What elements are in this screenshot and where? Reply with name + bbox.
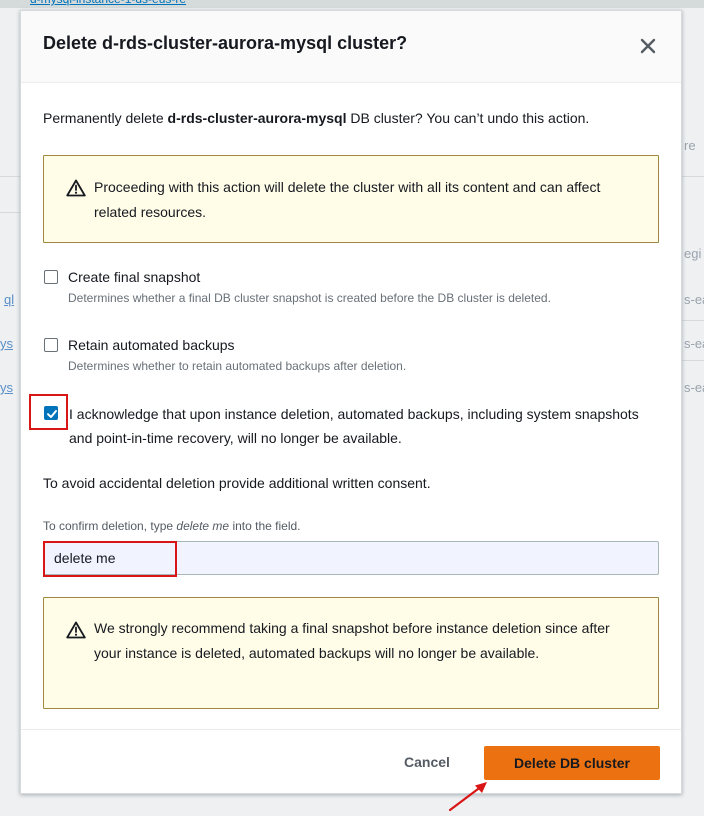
acknowledge-checkbox[interactable] bbox=[44, 406, 58, 420]
background-cell: s-ea bbox=[684, 292, 704, 307]
background-link[interactable]: ys bbox=[0, 380, 13, 395]
confirm-label-suffix: into the field. bbox=[229, 519, 301, 533]
background-cell: s-ea bbox=[684, 336, 704, 351]
intro-prefix: Permanently delete bbox=[43, 110, 168, 126]
warning-alert-text: We strongly recommend taking a final sna… bbox=[94, 620, 610, 661]
intro-cluster-name: d-rds-cluster-aurora-mysql bbox=[167, 110, 347, 126]
background-link[interactable]: ql bbox=[4, 292, 14, 307]
warning-icon bbox=[66, 179, 86, 197]
background-divider bbox=[682, 360, 704, 361]
retain-automated-backups-description: Determines whether to retain automated b… bbox=[68, 359, 407, 373]
retain-automated-backups-label[interactable]: Retain automated backups bbox=[68, 337, 235, 353]
warning-icon bbox=[66, 621, 86, 639]
background-cell: s-ea bbox=[684, 380, 704, 395]
confirm-label-prefix: To confirm deletion, type bbox=[43, 519, 177, 533]
warning-alert-delete-content: Proceeding with this action will delete … bbox=[43, 155, 659, 243]
delete-db-cluster-button[interactable]: Delete DB cluster bbox=[484, 746, 660, 780]
retain-automated-backups-checkbox[interactable] bbox=[44, 338, 58, 352]
modal-title: Delete d-rds-cluster-aurora-mysql cluste… bbox=[43, 33, 408, 53]
warning-alert-snapshot-recommendation: We strongly recommend taking a final sna… bbox=[43, 597, 659, 709]
modal-header: Delete d-rds-cluster-aurora-mysql cluste… bbox=[21, 11, 681, 83]
background-column-header: re bbox=[684, 138, 696, 153]
confirm-label-phrase: delete me bbox=[176, 519, 230, 533]
delete-cluster-modal: Delete d-rds-cluster-aurora-mysql cluste… bbox=[20, 10, 682, 794]
background-divider bbox=[0, 212, 20, 213]
close-icon bbox=[640, 38, 656, 54]
background-link[interactable]: ys bbox=[0, 336, 13, 351]
background-divider bbox=[682, 320, 704, 321]
background-header: d-mysql-instance-1-ds-eus-re bbox=[0, 0, 704, 8]
warning-alert-text: Proceeding with this action will delete … bbox=[94, 179, 601, 220]
create-final-snapshot-description: Determines whether a final DB cluster sn… bbox=[68, 291, 551, 305]
create-final-snapshot-checkbox[interactable] bbox=[44, 270, 58, 284]
background-column-header: egi bbox=[684, 246, 702, 261]
modal-footer: Cancel Delete DB cluster bbox=[21, 729, 681, 793]
create-final-snapshot-label[interactable]: Create final snapshot bbox=[68, 269, 200, 285]
background-divider bbox=[682, 176, 704, 177]
delete-intro-text: Permanently delete d-rds-cluster-aurora-… bbox=[43, 108, 673, 128]
close-button[interactable] bbox=[635, 33, 661, 59]
confirm-field-label: To confirm deletion, type delete me into… bbox=[43, 519, 301, 533]
cancel-button[interactable]: Cancel bbox=[387, 746, 467, 778]
background-divider bbox=[0, 176, 20, 177]
background-breadcrumb[interactable]: d-mysql-instance-1-ds-eus-re bbox=[30, 0, 186, 6]
intro-suffix: DB cluster? You can’t undo this action. bbox=[346, 110, 590, 126]
checkmark-icon bbox=[47, 410, 57, 418]
confirm-deletion-input[interactable] bbox=[43, 541, 659, 575]
consent-text: To avoid accidental deletion provide add… bbox=[43, 475, 431, 491]
acknowledge-label[interactable]: I acknowledge that upon instance deletio… bbox=[69, 402, 659, 450]
